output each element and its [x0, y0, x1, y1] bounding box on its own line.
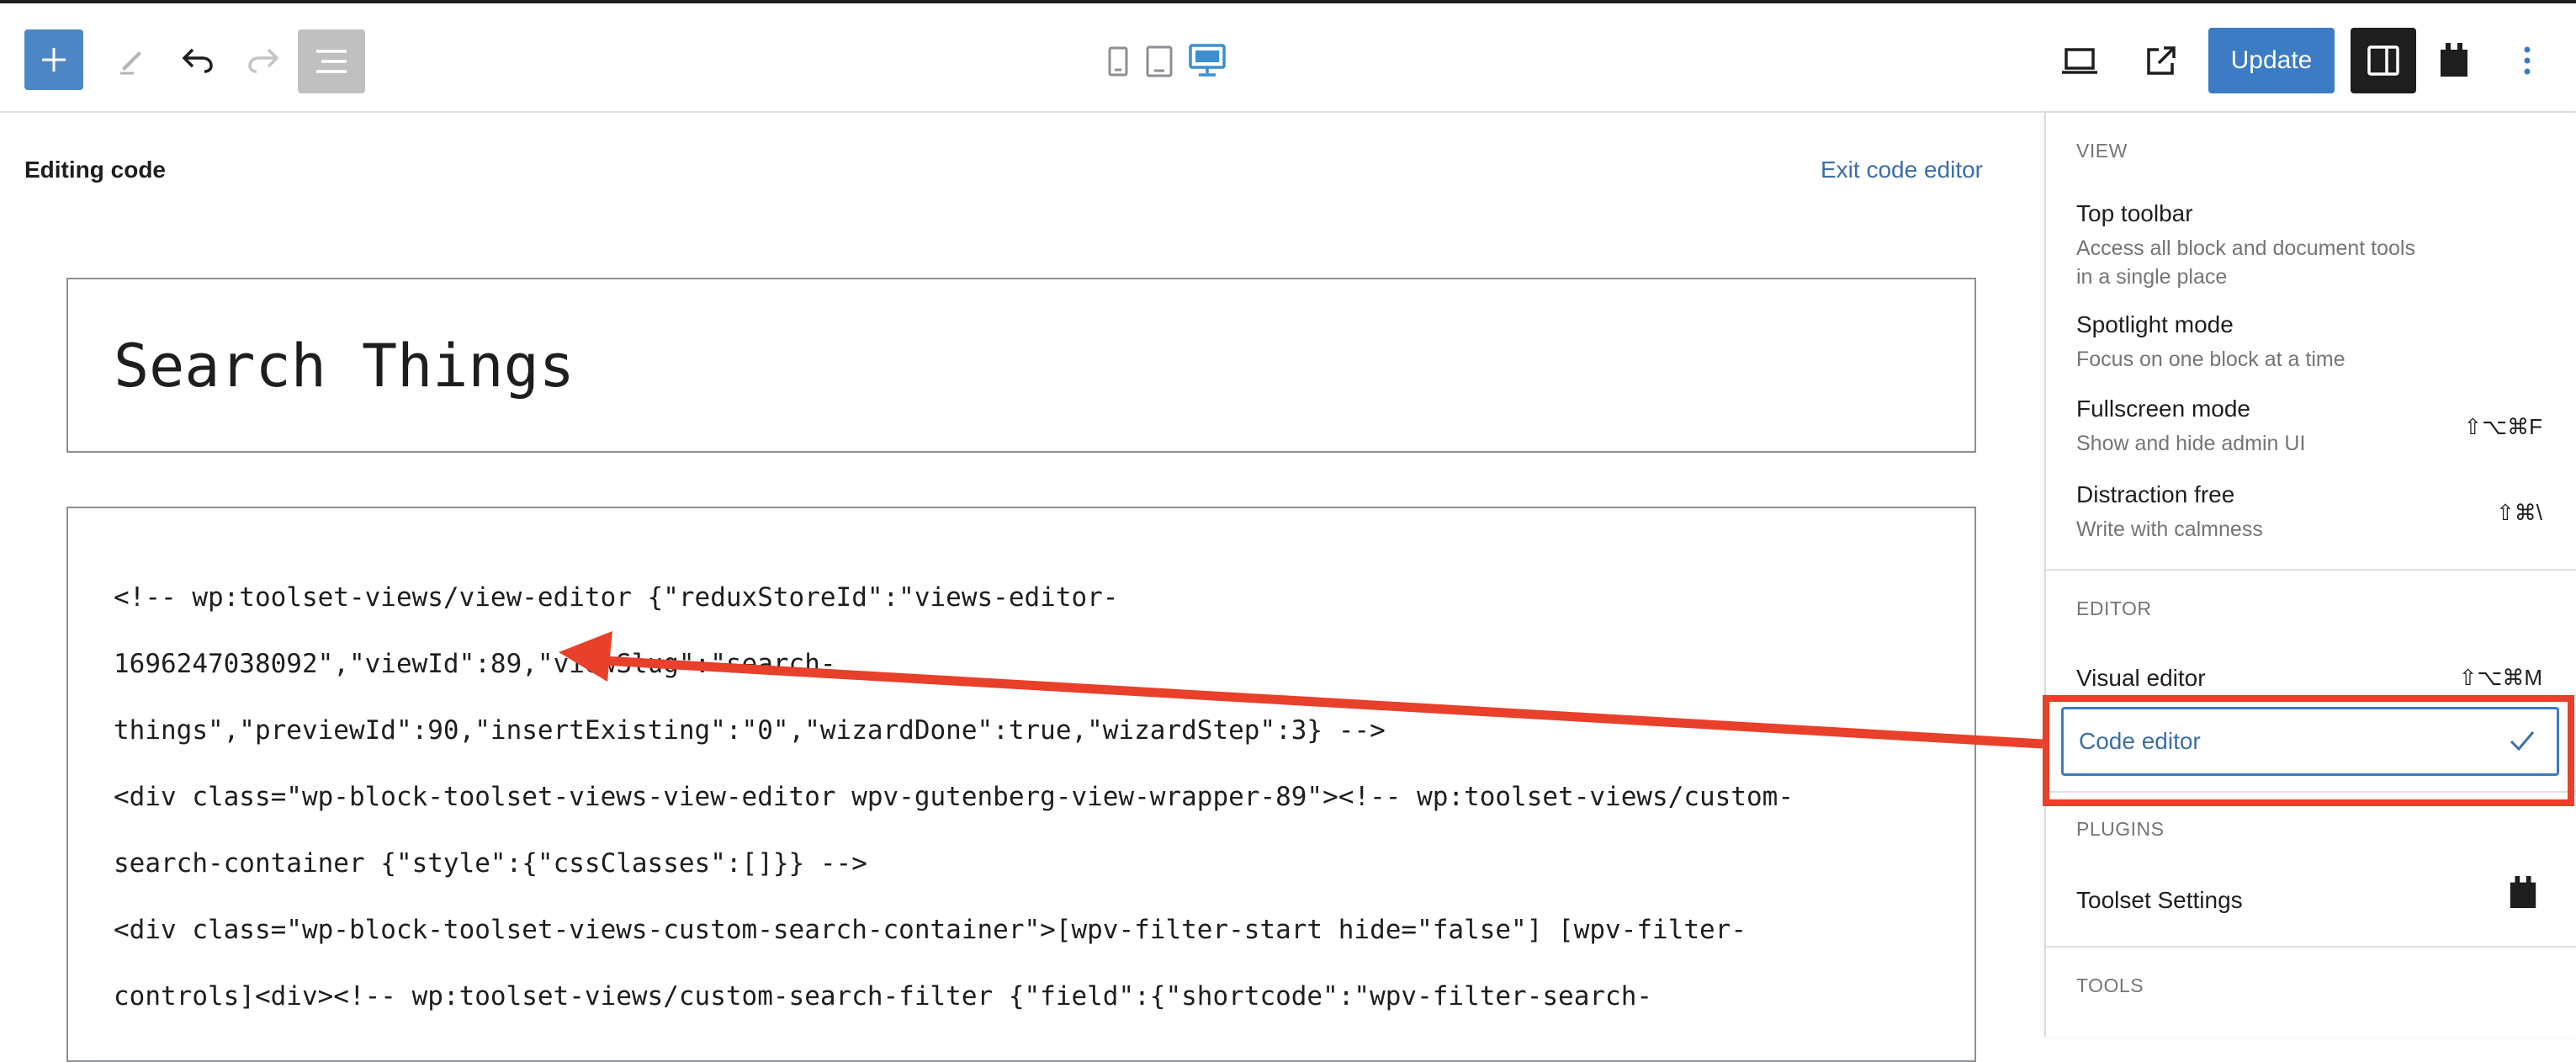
laptop-icon	[2062, 48, 2097, 74]
fullscreen-mode-description: Show and hide admin UI	[2076, 432, 2306, 455]
editor-toolbar: Update	[0, 0, 2576, 113]
tools-button[interactable]	[109, 37, 155, 82]
pencil-icon	[120, 51, 141, 75]
preview-desktop-button[interactable]	[1186, 41, 1228, 80]
options-menu-button[interactable]	[2510, 37, 2544, 84]
block-inserter-button[interactable]	[24, 29, 83, 90]
code-line: controls]<div><!-- wp:toolset-views/cust…	[114, 981, 1653, 1012]
tools-section-title: TOOLS	[2076, 974, 2144, 996]
more-vertical-icon	[2524, 46, 2531, 75]
top-toolbar-description: Access all block and document tools in a…	[2076, 236, 2415, 289]
preview-mobile-button[interactable]	[1104, 45, 1132, 78]
redo-button[interactable]	[241, 37, 286, 82]
toolset-icon	[2510, 876, 2536, 908]
menu-divider	[2046, 569, 2576, 571]
spotlight-mode-description: Focus on one block at a time	[2076, 348, 2345, 371]
annotation-highlight-box	[2043, 695, 2574, 806]
visual-editor-shortcut: ⇧⌥⌘M	[2458, 665, 2542, 690]
editor-section-title: EDITOR	[2076, 597, 2152, 619]
code-line: things","previewId":90,"insertExisting":…	[114, 715, 1386, 746]
distraction-free-description: Write with calmness	[2076, 518, 2263, 541]
post-title-field[interactable]: Search Things	[66, 278, 1976, 453]
list-view-icon	[316, 50, 347, 73]
fullscreen-shortcut: ⇧⌥⌘F	[2463, 414, 2542, 439]
mobile-icon	[1108, 46, 1128, 77]
redo-icon	[248, 48, 279, 73]
document-overview-button[interactable]	[298, 29, 365, 93]
undo-button[interactable]	[175, 37, 220, 82]
fullscreen-mode-option[interactable]: Fullscreen mode	[2076, 396, 2250, 422]
top-toolbar-option[interactable]: Top toolbar	[2076, 200, 2193, 227]
view-post-button[interactable]	[2137, 39, 2184, 84]
distraction-free-option[interactable]: Distraction free	[2076, 481, 2234, 508]
tablet-icon	[1146, 45, 1173, 77]
code-line: <!-- wp:toolset-views/view-editor {"redu…	[114, 582, 1119, 613]
spotlight-mode-option[interactable]: Spotlight mode	[2076, 311, 2234, 338]
code-line: 1696247038092","viewId":89,"viewSlug":"s…	[114, 649, 836, 679]
view-button[interactable]	[2056, 39, 2103, 84]
code-line: search-container {"style":{"cssClasses":…	[114, 848, 867, 879]
options-dropdown-menu: VIEW Top toolbar Access all block and do…	[2044, 113, 2576, 1037]
plus-icon	[42, 48, 66, 72]
code-line: <div class="wp-block-toolset-views-custo…	[114, 915, 1747, 945]
view-section-title: VIEW	[2076, 140, 2128, 162]
exit-code-editor-button[interactable]: Exit code editor	[1821, 157, 1983, 183]
menu-divider	[2046, 946, 2576, 948]
post-title-text: Search Things	[114, 332, 575, 401]
settings-sidebar-button[interactable]	[2351, 28, 2416, 93]
preview-tablet-button[interactable]	[1144, 45, 1174, 78]
editing-code-label: Editing code	[24, 157, 166, 183]
toolset-settings-option[interactable]: Toolset Settings	[2076, 887, 2243, 914]
sidebar-icon	[2367, 45, 2399, 76]
plugins-section-title: PLUGINS	[2076, 818, 2165, 840]
desktop-icon	[1189, 44, 1226, 77]
external-link-icon	[2147, 46, 2176, 75]
update-button[interactable]: Update	[2208, 28, 2335, 93]
toolset-plugin-button[interactable]	[2429, 34, 2479, 86]
visual-editor-option[interactable]: Visual editor	[2076, 665, 2206, 692]
toolset-icon	[2441, 43, 2467, 77]
distraction-free-shortcut: ⇧⌘\	[2495, 500, 2542, 525]
code-editor-content[interactable]: <!-- wp:toolset-views/view-editor {"redu…	[66, 507, 1976, 1062]
code-line: <div class="wp-block-toolset-views-view-…	[114, 782, 1794, 812]
undo-icon	[182, 48, 213, 73]
